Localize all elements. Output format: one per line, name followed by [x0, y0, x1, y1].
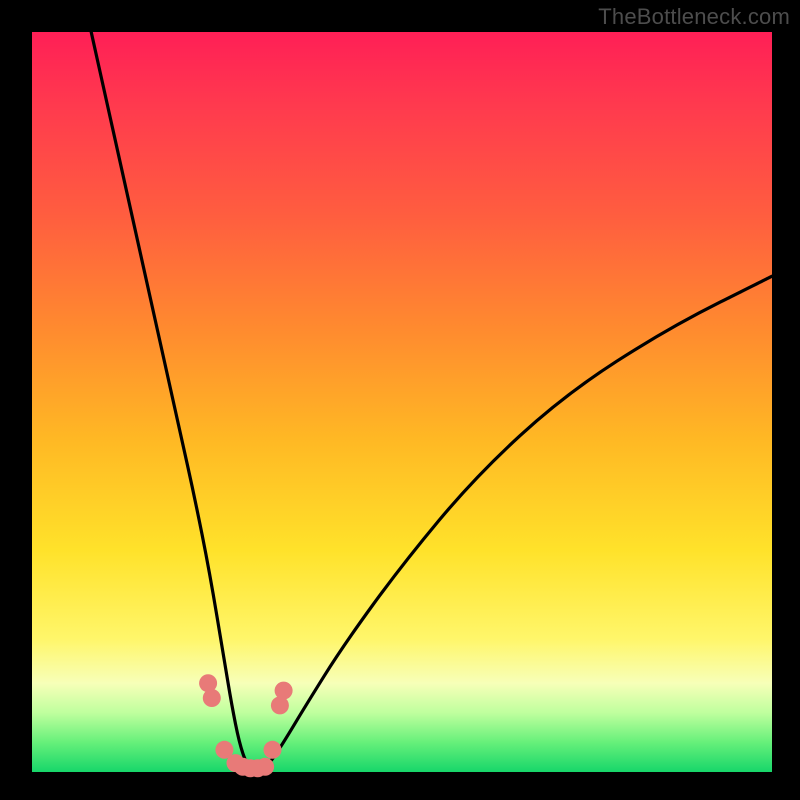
highlight-dot — [256, 758, 274, 776]
dots-group — [199, 674, 293, 777]
chart-frame: TheBottleneck.com — [0, 0, 800, 800]
highlight-dots — [32, 32, 772, 772]
highlight-dot — [275, 682, 293, 700]
highlight-dot — [264, 741, 282, 759]
watermark-text: TheBottleneck.com — [598, 4, 790, 30]
highlight-dot — [203, 689, 221, 707]
plot-area — [32, 32, 772, 772]
